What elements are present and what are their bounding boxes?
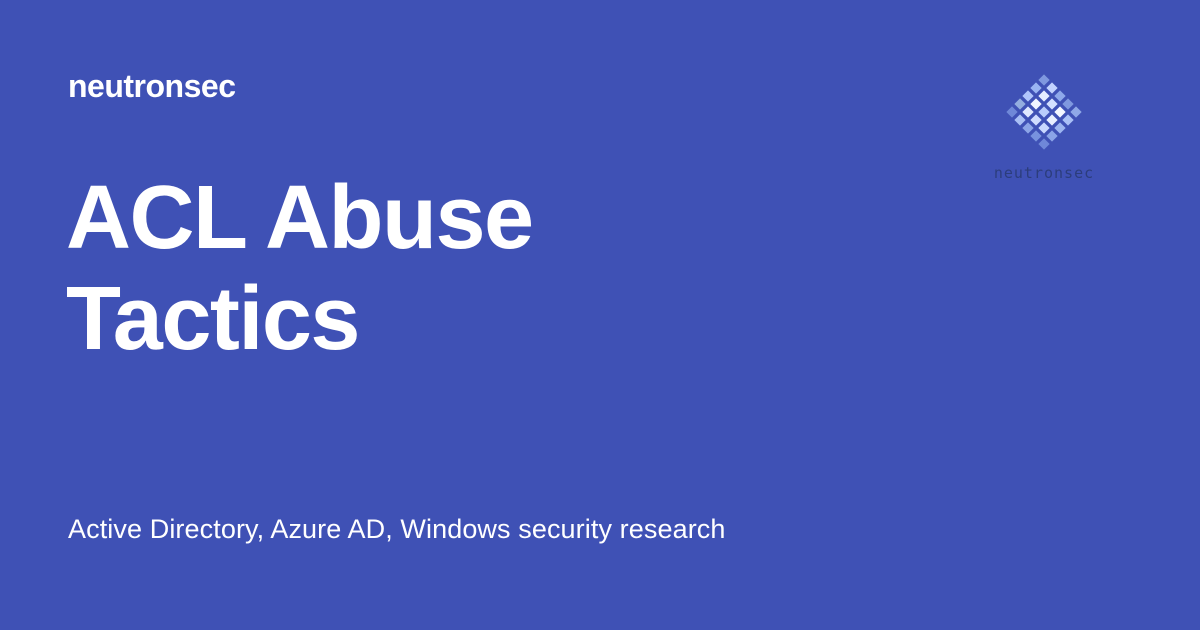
- social-share-card: neutronsec ACL Abuse Tactics Active Dire…: [0, 0, 1200, 630]
- logo-diamond: [1014, 98, 1026, 110]
- logo-diamond: [1054, 106, 1066, 118]
- logo-diamond: [1038, 74, 1050, 86]
- logo-diamond: [1038, 122, 1050, 134]
- logo-diamond: [1030, 114, 1042, 126]
- logo-diamond: [1022, 122, 1034, 134]
- logo-diamond: [1054, 122, 1066, 134]
- logo-wordmark: neutronsec: [994, 164, 1094, 182]
- logo-diamond: [1046, 82, 1058, 94]
- logo-diamond: [1054, 90, 1066, 102]
- article-title-line-1: ACL Abuse: [66, 168, 534, 268]
- logo-diamond: [1006, 106, 1018, 118]
- diamond-pattern-icon: [1006, 74, 1082, 150]
- logo-diamond: [1030, 130, 1042, 142]
- logo-diamond: [1022, 106, 1034, 118]
- logo-diamond: [1070, 106, 1082, 118]
- logo-diamond: [1038, 106, 1050, 118]
- logo-diamond: [1022, 90, 1034, 102]
- site-description: Active Directory, Azure AD, Windows secu…: [68, 514, 726, 544]
- logo-diamond: [1038, 90, 1050, 102]
- logo-diamond: [1046, 114, 1058, 126]
- logo-diamond: [1046, 130, 1058, 142]
- site-name: neutronsec: [68, 68, 236, 104]
- logo-diamond: [1014, 114, 1026, 126]
- logo-diamond: [1030, 98, 1042, 110]
- logo-diamond: [1062, 98, 1074, 110]
- logo-diamond: [1046, 98, 1058, 110]
- article-title: ACL Abuse Tactics: [66, 168, 826, 370]
- article-title-line-2: Tactics: [66, 269, 361, 369]
- logo-diamond: [1062, 114, 1074, 126]
- neutronsec-logo-icon: neutronsec: [980, 72, 1110, 187]
- logo-diamond: [1030, 82, 1042, 94]
- logo-diamond: [1038, 138, 1050, 150]
